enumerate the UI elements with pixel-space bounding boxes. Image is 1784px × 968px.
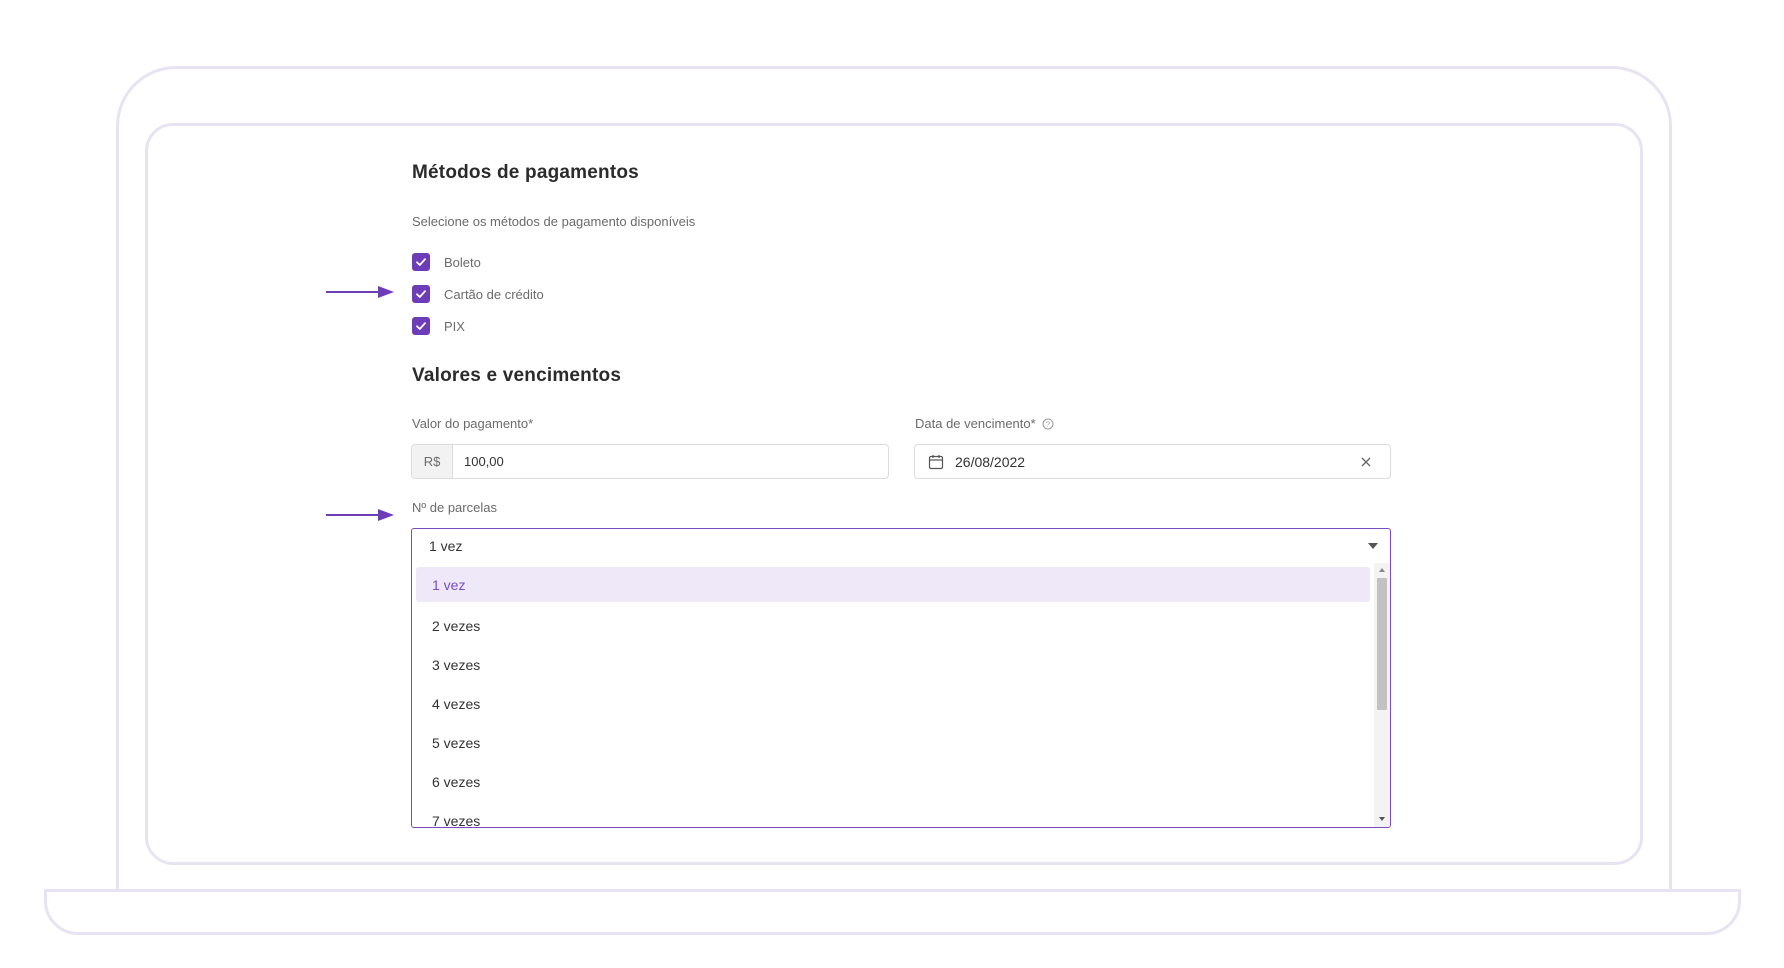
option-6-vezes[interactable]: 6 vezes <box>416 762 1370 801</box>
option-5-vezes[interactable]: 5 vezes <box>416 723 1370 762</box>
close-icon[interactable] <box>1360 456 1372 468</box>
svg-text:?: ? <box>1046 419 1050 428</box>
due-date-label-text: Data de vencimento* <box>915 416 1036 431</box>
installments-label: Nº de parcelas <box>412 500 497 515</box>
installments-select[interactable]: 1 vez 1 vez 2 vezes 3 vezes 4 vezes 5 ve… <box>411 528 1391 828</box>
options-scrollbar[interactable] <box>1374 563 1390 827</box>
checkbox-cartao-de-credito[interactable]: Cartão de crédito <box>412 284 544 304</box>
option-7-vezes[interactable]: 7 vezes <box>416 801 1370 828</box>
option-3-vezes[interactable]: 3 vezes <box>416 645 1370 684</box>
calendar-icon[interactable] <box>928 454 944 470</box>
arrow-right-icon <box>326 509 394 521</box>
values-title: Valores e vencimentos <box>412 365 622 386</box>
check-icon[interactable] <box>412 285 430 303</box>
scrollbar-thumb[interactable] <box>1377 578 1387 710</box>
laptop-base-frame <box>44 889 1741 935</box>
amount-label-text: Valor do pagamento* <box>412 416 534 431</box>
check-icon[interactable] <box>412 253 430 271</box>
due-date-value[interactable]: 26/08/2022 <box>955 454 1360 470</box>
payment-methods-subtitle: Selecione os métodos de pagamento dispon… <box>412 214 696 229</box>
checkbox-label: Cartão de crédito <box>444 286 544 302</box>
installments-selected-value: 1 vez <box>429 538 463 554</box>
payment-methods-title: Métodos de pagamentos <box>412 162 639 183</box>
checkbox-label: Boleto <box>444 254 481 270</box>
due-date-input[interactable]: 26/08/2022 <box>914 444 1391 479</box>
amount-value[interactable]: 100,00 <box>453 454 504 469</box>
arrow-right-icon <box>326 286 394 298</box>
option-4-vezes[interactable]: 4 vezes <box>416 684 1370 723</box>
caret-down-icon[interactable] <box>1368 543 1378 549</box>
scroll-up-icon[interactable] <box>1379 568 1385 572</box>
due-date-label: Data de vencimento* ? <box>915 416 1054 431</box>
help-circle-icon[interactable]: ? <box>1042 418 1054 430</box>
amount-input[interactable]: R$ 100,00 <box>411 444 889 479</box>
option-1-vez[interactable]: 1 vez <box>416 567 1370 602</box>
scroll-down-icon[interactable] <box>1379 817 1385 821</box>
checkbox-label: PIX <box>444 318 465 334</box>
currency-prefix: R$ <box>412 445 453 478</box>
installments-select-head[interactable]: 1 vez <box>412 529 1390 563</box>
checkbox-boleto[interactable]: Boleto <box>412 252 481 272</box>
checkbox-pix[interactable]: PIX <box>412 316 465 336</box>
installments-options-list: 1 vez 2 vezes 3 vezes 4 vezes 5 vezes 6 … <box>412 567 1374 828</box>
option-2-vezes[interactable]: 2 vezes <box>416 606 1370 645</box>
check-icon[interactable] <box>412 317 430 335</box>
amount-label: Valor do pagamento* <box>412 416 533 431</box>
installments-label-text: Nº de parcelas <box>412 500 497 515</box>
